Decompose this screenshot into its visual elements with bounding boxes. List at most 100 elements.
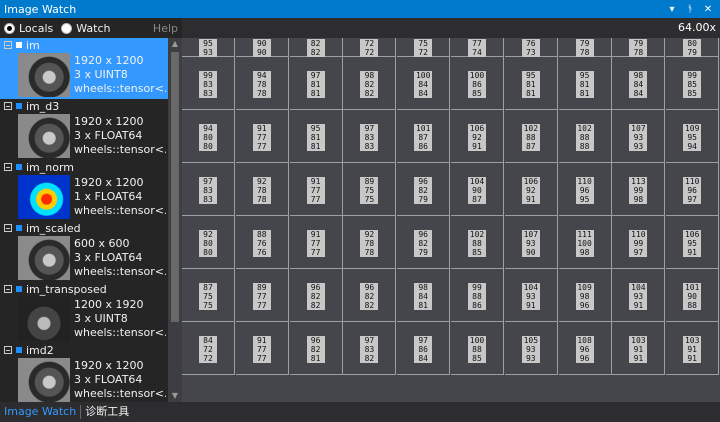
image-thumbnail[interactable]	[18, 236, 70, 280]
pixel-cell[interactable]: 80 79	[666, 38, 720, 57]
image-list-item[interactable]: im_d3 1920 x 1200 3 x FLOAT64 wheels::tenso…	[0, 99, 168, 160]
pixel-cell[interactable]: 100 86 85	[451, 57, 504, 110]
image-list-item[interactable]: im_norm 1920 x 1200 1 x FLOAT64 wheels::ten…	[0, 160, 168, 221]
pixel-cell[interactable]: 102 88 88	[558, 110, 612, 163]
pixel-cell[interactable]: 76 73	[504, 38, 558, 57]
pixel-cell[interactable]: 77 74	[451, 38, 504, 57]
pixel-cell[interactable]: 97 83 83	[343, 110, 397, 163]
pixel-cell[interactable]: 99 83 83	[182, 57, 235, 110]
tab-diagnostics[interactable]: 诊断工具	[81, 402, 133, 422]
pixel-cell[interactable]: 98 84 84	[612, 57, 666, 110]
pin-icon[interactable]: ᚬ	[684, 4, 696, 15]
pixel-cell[interactable]: 102 88 85	[451, 216, 504, 269]
pixel-cell[interactable]: 79 78	[612, 38, 666, 57]
pixel-cell[interactable]: 97 83 83	[182, 163, 235, 216]
pixel-cell[interactable]: 106 95 91	[666, 216, 720, 269]
pixel-cell[interactable]: 106 92 91	[451, 110, 504, 163]
pixel-cell[interactable]: 94 78 78	[235, 57, 289, 110]
pixel-cell[interactable]: 89 77 77	[235, 269, 289, 322]
pixel-cell[interactable]: 107 93 90	[504, 216, 558, 269]
image-list-item[interactable]: im 1920 x 1200 3 x UINT8 wheels::tensor<...	[0, 38, 168, 99]
pixel-cell[interactable]: 96 82 82	[343, 269, 397, 322]
pixel-cell[interactable]: 101 87 86	[397, 110, 451, 163]
pixel-cell[interactable]: 95 93	[182, 38, 235, 57]
pixel-cell[interactable]: 72 72	[343, 38, 397, 57]
scroll-down-icon[interactable]: ▼	[168, 390, 182, 402]
pixel-cell[interactable]: 111 100 98	[558, 216, 612, 269]
list-scrollbar[interactable]: ▲ ▼	[168, 38, 182, 402]
pixel-cell[interactable]: 88 76 76	[235, 216, 289, 269]
pixel-cell[interactable]: 99 88 86	[451, 269, 504, 322]
collapse-icon[interactable]	[4, 41, 12, 49]
pixel-cell[interactable]: 92 78 78	[343, 216, 397, 269]
image-thumbnail[interactable]	[18, 114, 70, 158]
pixel-cell[interactable]: 110 96 95	[558, 163, 612, 216]
pixel-cell[interactable]: 97 83 82	[343, 322, 397, 375]
pixel-cell[interactable]: 110 96 97	[666, 163, 720, 216]
pixel-cell[interactable]: 94 80 80	[182, 110, 235, 163]
image-list-item[interactable]: im_transposed 1200 x 1920 3 x UINT8 wheels:…	[0, 282, 168, 343]
image-list-item[interactable]: imd2 1920 x 1200 3 x FLOAT64 wheels::tensor…	[0, 343, 168, 402]
pixel-cell[interactable]: 96 82 82	[289, 269, 343, 322]
collapse-icon[interactable]	[4, 346, 12, 354]
pixel-cell[interactable]: 96 82 79	[397, 216, 451, 269]
pixel-cell[interactable]: 95 81 81	[504, 57, 558, 110]
pixel-cell[interactable]: 92 80 80	[182, 216, 235, 269]
pixel-cell[interactable]: 82 82	[289, 38, 343, 57]
collapse-icon[interactable]	[4, 102, 12, 110]
image-thumbnail[interactable]	[18, 175, 70, 219]
pixel-cell[interactable]: 106 92 91	[504, 163, 558, 216]
watch-radio[interactable]: Watch	[61, 22, 111, 35]
collapse-icon[interactable]	[4, 163, 12, 171]
pixel-cell[interactable]: 89 75 75	[343, 163, 397, 216]
pixel-cell[interactable]: 95 81 81	[289, 110, 343, 163]
pixel-cell[interactable]: 92 78 78	[235, 163, 289, 216]
image-thumbnail[interactable]	[18, 358, 70, 402]
pixel-cell[interactable]: 87 75 75	[182, 269, 235, 322]
pixel-cell[interactable]: 97 86 84	[397, 322, 451, 375]
collapse-icon[interactable]	[4, 285, 12, 293]
pixel-cell[interactable]: 101 90 88	[666, 269, 720, 322]
pixel-cell[interactable]: 98 84 81	[397, 269, 451, 322]
pixel-cell[interactable]: 97 81 81	[289, 57, 343, 110]
pixel-cell[interactable]: 109 98 96	[558, 269, 612, 322]
pixel-cell[interactable]: 96 82 81	[289, 322, 343, 375]
pixel-cell[interactable]: 90 90	[235, 38, 289, 57]
pixel-cell[interactable]: 91 77 77	[235, 322, 289, 375]
pixel-cell[interactable]: 79 78	[558, 38, 612, 57]
help-link[interactable]: Help	[153, 22, 178, 35]
pixel-grid[interactable]: 95 93 90 90 82 82 72 72 75 72 77 74 76 73 79 78 79 78 80 79…	[182, 38, 720, 402]
pixel-cell[interactable]: 109 95 94	[666, 110, 720, 163]
pixel-cell[interactable]: 91 77 77	[235, 110, 289, 163]
pixel-cell[interactable]: 99 85 85	[666, 57, 720, 110]
pixel-cell[interactable]: 91 77 77	[289, 163, 343, 216]
pixel-cell[interactable]: 103 91 91	[666, 322, 720, 375]
image-thumbnail[interactable]	[18, 53, 70, 97]
scroll-up-icon[interactable]: ▲	[168, 38, 182, 50]
pixel-cell[interactable]: 102 88 87	[504, 110, 558, 163]
pixel-cell[interactable]: 104 93 91	[504, 269, 558, 322]
pixel-cell[interactable]: 96 82 79	[397, 163, 451, 216]
dropdown-icon[interactable]: ▾	[666, 4, 678, 15]
scrollbar-thumb[interactable]	[171, 52, 179, 322]
pixel-cell[interactable]: 107 93 93	[612, 110, 666, 163]
image-thumbnail[interactable]	[18, 297, 70, 341]
close-icon[interactable]: ✕	[702, 4, 714, 15]
pixel-cell[interactable]: 100 88 85	[451, 322, 504, 375]
pixel-cell[interactable]: 110 99 97	[612, 216, 666, 269]
tab-image-watch[interactable]: Image Watch	[0, 402, 80, 422]
pixel-cell[interactable]: 84 72 72	[182, 322, 235, 375]
pixel-cell[interactable]: 98 82 82	[343, 57, 397, 110]
collapse-icon[interactable]	[4, 224, 12, 232]
pixel-cell[interactable]: 100 84 84	[397, 57, 451, 110]
pixel-cell[interactable]: 113 99 98	[612, 163, 666, 216]
locals-radio[interactable]: Locals	[4, 22, 53, 35]
pixel-cell[interactable]: 105 93 93	[504, 322, 558, 375]
pixel-cell[interactable]: 91 77 77	[289, 216, 343, 269]
pixel-cell[interactable]: 104 90 87	[451, 163, 504, 216]
image-list-item[interactable]: im_scaled 600 x 600 3 x FLOAT64 wheels::ten…	[0, 221, 168, 282]
pixel-cell[interactable]: 75 72	[397, 38, 451, 57]
pixel-cell[interactable]: 104 93 91	[612, 269, 666, 322]
pixel-cell[interactable]: 95 81 81	[558, 57, 612, 110]
pixel-cell[interactable]: 108 96 96	[558, 322, 612, 375]
